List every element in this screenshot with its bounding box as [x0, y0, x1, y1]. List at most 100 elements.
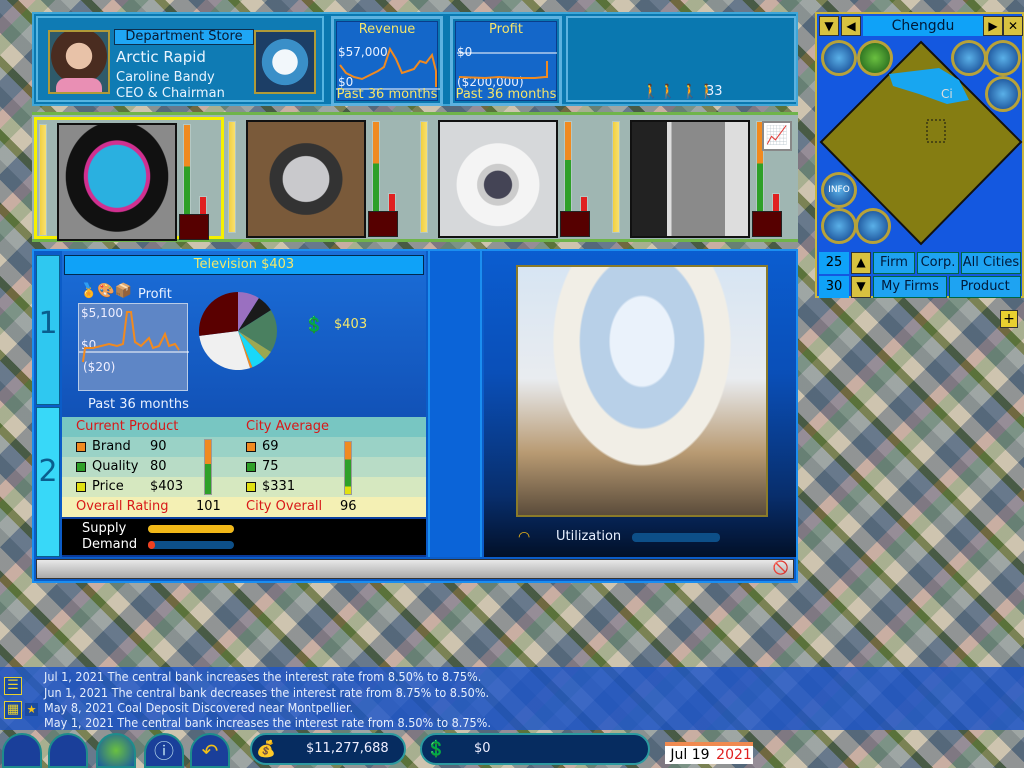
overall-value: 101 — [196, 499, 221, 514]
headquarters-icon[interactable] — [821, 208, 857, 244]
date-day[interactable]: Jul 19 — [665, 742, 715, 764]
product-image — [246, 120, 366, 238]
profit-chart[interactable]: $5,100 $0 ($20) — [78, 303, 189, 391]
pickaxe-icon[interactable] — [985, 40, 1021, 76]
date-year[interactable]: 2021 — [715, 742, 753, 764]
menu-icon[interactable]: ☰ — [4, 677, 22, 695]
product-detail-panel: Television $403 🏅🎨📦 Profit $5,100 $0 ($2… — [62, 251, 426, 557]
product-yellow-bar — [612, 121, 620, 233]
up-arrow-button[interactable]: ▲ — [851, 252, 871, 274]
news-item[interactable]: May 1, 2021 The central bank increases t… — [44, 715, 491, 730]
product-slot[interactable] — [34, 117, 224, 241]
down-arrow-button[interactable]: ▼ — [851, 276, 871, 298]
row-label: Brand — [92, 439, 131, 454]
ceo-portrait[interactable] — [48, 30, 110, 94]
price-dollar-icon: 💲 — [304, 315, 324, 334]
product-image — [438, 120, 558, 238]
product-rating-bar — [372, 121, 380, 213]
supply-label: Supply — [82, 521, 127, 536]
city-overall-value: 96 — [340, 499, 357, 514]
buildings-icon[interactable] — [821, 40, 857, 76]
city-header: City Average — [246, 419, 329, 434]
all-cities-button[interactable]: All Cities — [961, 252, 1021, 274]
price-swatch — [76, 482, 86, 492]
firm-button[interactable]: Firm — [873, 252, 915, 274]
product-red-bar — [388, 192, 396, 213]
row-price: Price $403 $331 — [62, 477, 426, 497]
firm-name: Arctic Rapid — [116, 48, 206, 66]
city-price-swatch — [246, 482, 256, 492]
trend-chart-icon[interactable]: 📈 — [762, 121, 792, 151]
utilization-gauge-icon: ◠ — [518, 529, 531, 545]
tab-2[interactable]: 2 — [36, 407, 60, 557]
row-value: 80 — [150, 459, 167, 474]
revenue-chart[interactable]: Revenue $57,000 $0 Past 36 months — [331, 16, 443, 106]
news-item[interactable]: Jun 1, 2021 The central bank decreases t… — [44, 685, 489, 700]
product-slot[interactable] — [226, 117, 416, 239]
corporation-icon[interactable] — [2, 733, 42, 768]
current-rating-bar — [204, 439, 212, 495]
my-firms-button[interactable]: My Firms — [873, 276, 947, 298]
row-city: 75 — [262, 459, 279, 474]
profit-label: Profit — [138, 287, 172, 302]
price-value: $403 — [334, 317, 368, 332]
profit-display[interactable]: 💲 $0 — [420, 733, 650, 765]
link-icon[interactable] — [985, 76, 1021, 112]
scroll-column[interactable] — [428, 251, 482, 557]
info-button[interactable]: INFO — [821, 172, 857, 208]
dropdown-button[interactable]: ▼ — [819, 16, 839, 36]
cash-display[interactable]: 💰 $11,277,688 — [250, 733, 406, 765]
pie-chart[interactable] — [198, 291, 278, 371]
row-overall: Overall Rating 101 City Overall 96 — [62, 497, 426, 517]
dollar-icon[interactable] — [857, 40, 893, 76]
prev-city-button[interactable]: ◀ — [841, 16, 861, 36]
news-item[interactable]: Jul 1, 2021 The central bank increases t… — [44, 669, 481, 684]
product-slot[interactable] — [418, 117, 608, 239]
globe-icon[interactable] — [96, 733, 136, 768]
product-maroon-box — [752, 211, 782, 237]
ceo-card: Department Store Arctic Rapid Caroline B… — [36, 16, 324, 102]
profit-chart-icon: 💲 — [426, 739, 446, 758]
star-icon[interactable]: ★ — [25, 703, 38, 716]
product-button[interactable]: Product — [949, 276, 1021, 298]
tab-1[interactable]: 1 — [36, 255, 60, 405]
undo-icon[interactable]: ↶ — [190, 733, 230, 768]
row-city: $331 — [262, 479, 296, 494]
current-header: Current Product — [76, 419, 179, 434]
corp-button[interactable]: Corp. — [917, 252, 959, 274]
unit-detail-window: 1 2 Television $403 🏅🎨📦 Profit $5,100 $0… — [32, 249, 798, 583]
no-entry-icon[interactable]: 🚫 — [773, 561, 789, 576]
news-item[interactable]: May 8, 2021 Coal Deposit Discovered near… — [44, 700, 353, 715]
product-strip: 📈 — [32, 112, 798, 242]
cash-value: $11,277,688 — [306, 741, 389, 756]
next-city-button[interactable]: ▶ — [983, 16, 1003, 36]
info-icon[interactable]: ⓘ — [144, 733, 184, 768]
city-overall-label: City Overall — [246, 499, 323, 514]
landmark-icon[interactable] — [855, 208, 891, 244]
stock-chart-icon[interactable] — [951, 40, 987, 76]
profit-chart-line — [79, 311, 189, 363]
company-logo-polar-bear[interactable] — [254, 30, 316, 94]
shopper-count: 33 — [706, 84, 723, 99]
row-value: 90 — [150, 439, 167, 454]
firm-type: Department Store — [114, 29, 254, 45]
comparison-table: Current Product City Average Brand 90 69… — [62, 417, 426, 517]
profit-mini-chart[interactable]: Profit $0 ($200,000) Past 36 months — [450, 16, 562, 106]
product-maroon-box — [368, 211, 398, 237]
grid-icon[interactable]: ▦ — [4, 701, 22, 719]
expand-plus-button[interactable]: + — [1000, 310, 1018, 328]
money-bag-icon: 💰 — [256, 739, 276, 758]
profit-mini-title: Profit — [489, 22, 523, 37]
close-button[interactable]: ✕ — [1003, 16, 1023, 36]
row-quality: Quality 80 75 — [62, 457, 426, 477]
utilization-label: Utilization — [556, 529, 622, 544]
product-title: Television $403 — [64, 255, 424, 275]
count-field-2: 30 — [819, 276, 849, 298]
product-maroon-box — [560, 211, 590, 237]
city-map-icon[interactable] — [48, 733, 88, 768]
product-red-bar — [199, 195, 207, 216]
product-maroon-box — [179, 214, 209, 240]
profit-mini-period: Past 36 months — [455, 87, 557, 102]
pie-slice — [199, 292, 238, 336]
city-rating-bar — [344, 441, 352, 495]
